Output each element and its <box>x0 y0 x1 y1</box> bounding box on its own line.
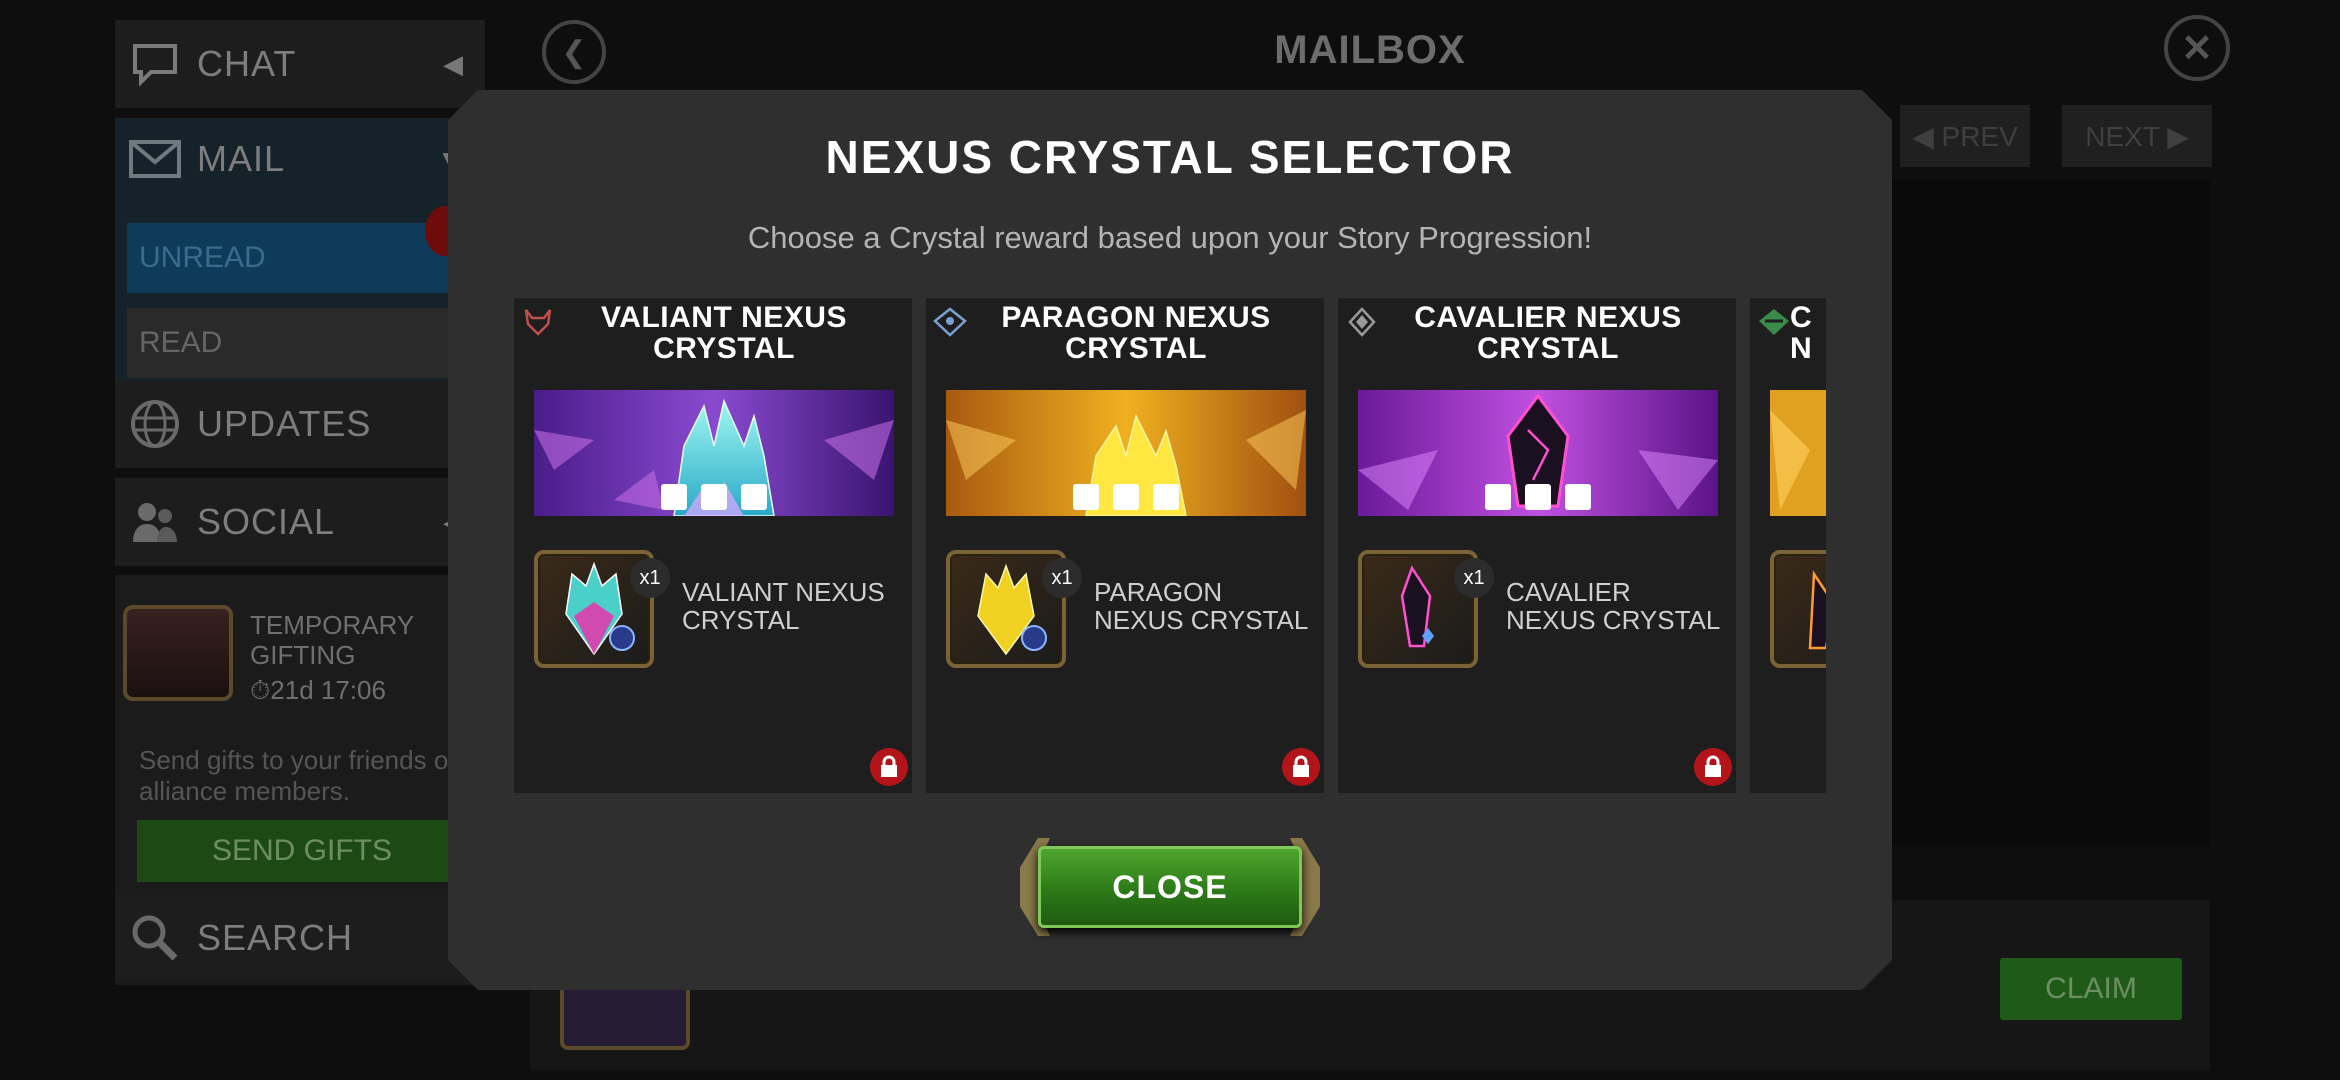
prev-button[interactable]: ◀ PREV <box>1900 105 2030 167</box>
sidebar-item-label: CHAT <box>197 43 297 84</box>
message-area <box>1890 180 2210 845</box>
crystal-card-valiant[interactable]: VALIANT NEXUS CRYSTAL x1 VALIANT NEXUS C… <box>514 298 912 793</box>
gifting-event-image <box>123 605 233 701</box>
reward-name: PARAGON NEXUS CRYSTAL <box>1094 577 1309 635</box>
stopwatch-icon: ⏱ <box>250 675 271 705</box>
valiant-class-icon <box>520 304 556 340</box>
card-title-line: VALIANT NEXUS <box>601 301 847 334</box>
card-title: VALIANT NEXUS CRYSTAL <box>554 302 894 364</box>
card-title-line: CRYSTAL <box>1065 332 1207 365</box>
card-title: PARAGON NEXUS CRYSTAL <box>966 302 1306 364</box>
gifting-description: Send gifts to your friends or alliance m… <box>139 745 457 806</box>
sidebar-item-mail[interactable]: MAIL ▼ <box>115 118 485 200</box>
close-button-label: CLOSE <box>1038 846 1302 928</box>
reward-tile[interactable] <box>1770 550 1826 668</box>
card-title-line: PARAGON NEXUS <box>1001 301 1271 334</box>
card-title-line: CRYSTAL <box>653 332 795 365</box>
crystal-banner-image <box>1358 390 1718 516</box>
sidebar-item-label: MAIL <box>197 138 286 179</box>
chat-bubble-icon <box>127 36 183 92</box>
next-button[interactable]: NEXT ▶ <box>2062 105 2212 167</box>
modal-title: NEXUS CRYSTAL SELECTOR <box>825 131 1515 183</box>
crystal-card-carousel[interactable]: VALIANT NEXUS CRYSTAL x1 VALIANT NEXUS C… <box>514 298 1826 793</box>
sidebar: CHAT ◀ MAIL ▼ UNREAD READ UPDATES <box>115 20 485 985</box>
gifting-timer-value: 21d 17:06 <box>270 675 386 705</box>
modal-subtitle: Choose a Crystal reward based upon your … <box>747 220 1593 255</box>
sidebar-item-updates[interactable]: UPDATES <box>115 380 485 468</box>
reward-tile[interactable]: x1 <box>534 550 670 668</box>
card-title: CAVALIER NEXUS CRYSTAL <box>1378 302 1718 364</box>
lock-icon <box>1282 748 1320 786</box>
quantity-badge: x1 <box>1042 558 1082 598</box>
cavalier-class-icon <box>1344 304 1380 340</box>
crystal-banner-image <box>946 390 1306 516</box>
crystal-card-paragon[interactable]: PARAGON NEXUS CRYSTAL x1 PARAGON NEXUS C… <box>926 298 1324 793</box>
crystal-banner-image <box>1770 390 1826 516</box>
reward-tile[interactable]: x1 <box>1358 550 1494 668</box>
class-icon <box>1756 304 1792 340</box>
crystal-banner-image <box>534 390 894 516</box>
close-button[interactable]: CLOSE <box>1020 838 1320 936</box>
gifting-title: TEMPORARY GIFTING <box>250 610 414 670</box>
paragon-class-icon <box>932 304 968 340</box>
page-title: MAILBOX <box>1274 28 1466 72</box>
search-icon <box>127 910 183 966</box>
crystal-icon <box>1808 570 1826 650</box>
sidebar-item-chat[interactable]: CHAT ◀ <box>115 20 485 108</box>
tab-read[interactable]: READ <box>127 308 457 378</box>
card-title: C N <box>1790 302 1812 364</box>
card-title-line: N <box>1790 332 1813 365</box>
quantity-badge: x1 <box>630 558 670 598</box>
chevron-left-icon: ◀ <box>443 48 463 79</box>
lock-icon <box>870 748 908 786</box>
crystal-card-cavalier[interactable]: CAVALIER NEXUS CRYSTAL x1 CAVALIER NEXUS… <box>1338 298 1736 793</box>
sidebar-item-search[interactable]: SEARCH <box>115 895 485 980</box>
envelope-icon <box>127 131 183 187</box>
sidebar-item-label: SEARCH <box>197 916 354 958</box>
send-gifts-button[interactable]: SEND GIFTS <box>137 820 467 882</box>
star-pips <box>534 484 894 510</box>
reward-tile[interactable]: x1 <box>946 550 1082 668</box>
card-title-line: CAVALIER NEXUS <box>1414 301 1682 334</box>
close-screen-button[interactable]: ✕ <box>2164 15 2230 81</box>
sidebar-item-social[interactable]: SOCIAL ◀ <box>115 478 485 566</box>
quantity-badge: x1 <box>1454 558 1494 598</box>
reward-name: VALIANT NEXUS CRYSTAL <box>682 577 885 635</box>
lock-icon <box>1694 748 1732 786</box>
globe-icon <box>127 396 183 452</box>
gifting-timer: ⏱21d 17:06 <box>250 675 386 707</box>
card-title-line: CRYSTAL <box>1477 332 1619 365</box>
tab-unread[interactable]: UNREAD <box>127 223 457 293</box>
reward-name: CAVALIER NEXUS CRYSTAL <box>1506 577 1721 635</box>
close-icon: ✕ <box>2181 27 2213 70</box>
mail-section: MAIL ▼ UNREAD READ <box>115 118 485 388</box>
nexus-crystal-selector-modal: NEXUS CRYSTAL SELECTOR Choose a Crystal … <box>448 90 1892 990</box>
claim-button[interactable]: CLAIM <box>2000 958 2182 1020</box>
card-title-line: C <box>1790 301 1813 334</box>
sidebar-item-label: UPDATES <box>197 403 372 444</box>
star-pips <box>1358 484 1718 510</box>
crystal-card-partial[interactable]: C N <box>1750 298 1826 793</box>
chevron-left-icon: ❮ <box>561 35 587 69</box>
sidebar-item-label: SOCIAL <box>197 501 336 542</box>
star-pips <box>946 484 1306 510</box>
back-button[interactable]: ❮ <box>542 20 606 84</box>
people-icon <box>127 494 183 550</box>
